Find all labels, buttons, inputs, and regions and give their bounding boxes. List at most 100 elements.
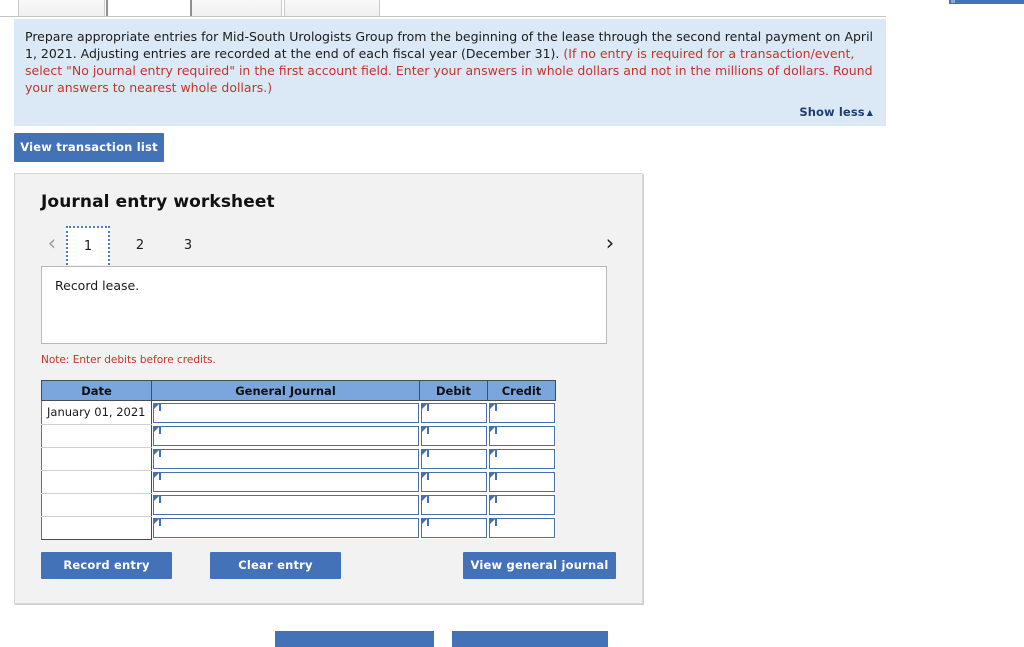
pager-page-3[interactable]: 3 xyxy=(175,226,201,264)
pager-prev-icon[interactable]: ‹ xyxy=(41,228,63,258)
journal-entry-worksheet-card: Journal entry worksheet ‹ 1 2 3 › Record… xyxy=(14,173,643,604)
dropdown-flag-icon xyxy=(421,472,429,480)
show-less-row: Show less ▲ xyxy=(25,105,875,119)
cell-credit-2[interactable] xyxy=(487,424,556,447)
cell-date-4 xyxy=(41,469,152,494)
column-header-date: Date xyxy=(41,380,152,401)
debit-input-1[interactable] xyxy=(420,402,487,423)
show-less-link[interactable]: Show less ▲ xyxy=(799,105,873,119)
account-input-5[interactable] xyxy=(153,494,419,515)
table-row xyxy=(41,515,556,540)
cell-credit-4[interactable] xyxy=(487,470,556,493)
cell-debit-1[interactable] xyxy=(419,400,488,424)
cell-date-1: January 01, 2021 xyxy=(41,400,152,425)
cell-credit-6[interactable] xyxy=(487,516,556,539)
credit-input-5[interactable] xyxy=(488,494,555,515)
journal-table-header-row: Date General Journal Debit Credit xyxy=(41,380,556,401)
cell-general-journal-2[interactable] xyxy=(151,424,420,447)
chevron-up-icon: ▲ xyxy=(866,108,873,117)
dropdown-flag-icon xyxy=(154,518,161,526)
dropdown-flag-icon xyxy=(489,426,497,434)
column-header-credit: Credit xyxy=(487,380,556,401)
show-less-label: Show less xyxy=(799,105,865,119)
dropdown-flag-icon xyxy=(421,403,429,411)
table-row xyxy=(41,469,556,494)
dropdown-flag-icon xyxy=(154,449,161,457)
cell-date-2 xyxy=(41,423,152,448)
entry-description-box: Record lease. xyxy=(41,266,607,344)
credit-input-1[interactable] xyxy=(488,402,555,423)
dropdown-flag-icon xyxy=(489,403,497,411)
top-right-action-button[interactable] xyxy=(949,0,1024,4)
debit-input-2[interactable] xyxy=(420,425,487,446)
account-input-3[interactable] xyxy=(153,448,419,469)
credit-input-2[interactable] xyxy=(488,425,555,446)
view-general-journal-button[interactable]: View general journal xyxy=(463,552,616,579)
cell-debit-2[interactable] xyxy=(419,424,488,447)
worksheet-title: Journal entry worksheet xyxy=(41,192,275,212)
top-right-action-button-edge xyxy=(951,0,955,3)
cell-debit-5[interactable] xyxy=(419,493,488,516)
account-input-1[interactable] xyxy=(153,402,419,423)
clear-entry-button[interactable]: Clear entry xyxy=(210,552,341,579)
cell-date-3 xyxy=(41,446,152,471)
debit-input-6[interactable] xyxy=(420,517,487,538)
dropdown-flag-icon xyxy=(421,495,429,503)
top-tab-divider-1 xyxy=(106,0,108,16)
top-tab-stub-3[interactable] xyxy=(284,0,380,17)
pager-next-icon[interactable]: › xyxy=(599,228,621,258)
journal-entry-table: Date General Journal Debit Credit Januar… xyxy=(41,380,556,540)
table-row xyxy=(41,423,556,448)
cell-general-journal-3[interactable] xyxy=(151,447,420,470)
dropdown-flag-icon xyxy=(421,426,429,434)
top-tab-stub-2[interactable] xyxy=(190,0,282,17)
dropdown-flag-icon xyxy=(421,449,429,457)
top-tab-divider-2 xyxy=(190,0,192,16)
table-row: January 01, 2021 xyxy=(41,400,556,425)
footer-left-button[interactable] xyxy=(275,631,434,647)
debit-input-5[interactable] xyxy=(420,494,487,515)
credit-input-6[interactable] xyxy=(488,517,555,538)
account-input-4[interactable] xyxy=(153,471,419,492)
cell-debit-4[interactable] xyxy=(419,470,488,493)
account-input-2[interactable] xyxy=(153,425,419,446)
cell-debit-6[interactable] xyxy=(419,516,488,539)
cell-credit-1[interactable] xyxy=(487,400,556,424)
pager-page-1[interactable]: 1 xyxy=(66,226,110,265)
cell-date-6 xyxy=(41,515,152,540)
cell-date-5 xyxy=(41,492,152,517)
table-row xyxy=(41,492,556,517)
cell-debit-3[interactable] xyxy=(419,447,488,470)
debits-before-credits-note: Note: Enter debits before credits. xyxy=(41,354,216,366)
dropdown-flag-icon xyxy=(154,403,161,411)
cell-general-journal-1[interactable] xyxy=(151,400,420,424)
credit-input-3[interactable] xyxy=(488,448,555,469)
record-entry-button[interactable]: Record entry xyxy=(41,552,172,579)
cell-general-journal-4[interactable] xyxy=(151,470,420,493)
cell-general-journal-5[interactable] xyxy=(151,493,420,516)
dropdown-flag-icon xyxy=(154,426,161,434)
instructions-text: Prepare appropriate entries for Mid-Sout… xyxy=(25,28,875,96)
debit-input-3[interactable] xyxy=(420,448,487,469)
top-tab-stub-1[interactable] xyxy=(18,0,105,17)
debit-input-4[interactable] xyxy=(420,471,487,492)
pager-page-2[interactable]: 2 xyxy=(127,226,153,264)
cell-credit-3[interactable] xyxy=(487,447,556,470)
dropdown-flag-icon xyxy=(489,495,497,503)
entry-description-text: Record lease. xyxy=(55,278,140,293)
column-header-general-journal: General Journal xyxy=(151,380,420,401)
account-input-6[interactable] xyxy=(153,517,419,538)
worksheet-pager: ‹ 1 2 3 › xyxy=(41,226,621,266)
top-tab-strip-rule xyxy=(0,16,886,17)
cell-credit-5[interactable] xyxy=(487,493,556,516)
table-row xyxy=(41,446,556,471)
column-header-debit: Debit xyxy=(419,380,488,401)
dropdown-flag-icon xyxy=(421,518,429,526)
top-tab-strip xyxy=(0,0,886,17)
dropdown-flag-icon xyxy=(489,518,497,526)
view-transaction-list-button[interactable]: View transaction list xyxy=(14,133,164,162)
cell-general-journal-6[interactable] xyxy=(151,516,420,539)
credit-input-4[interactable] xyxy=(488,471,555,492)
footer-right-button[interactable] xyxy=(452,631,608,647)
dropdown-flag-icon xyxy=(154,472,161,480)
